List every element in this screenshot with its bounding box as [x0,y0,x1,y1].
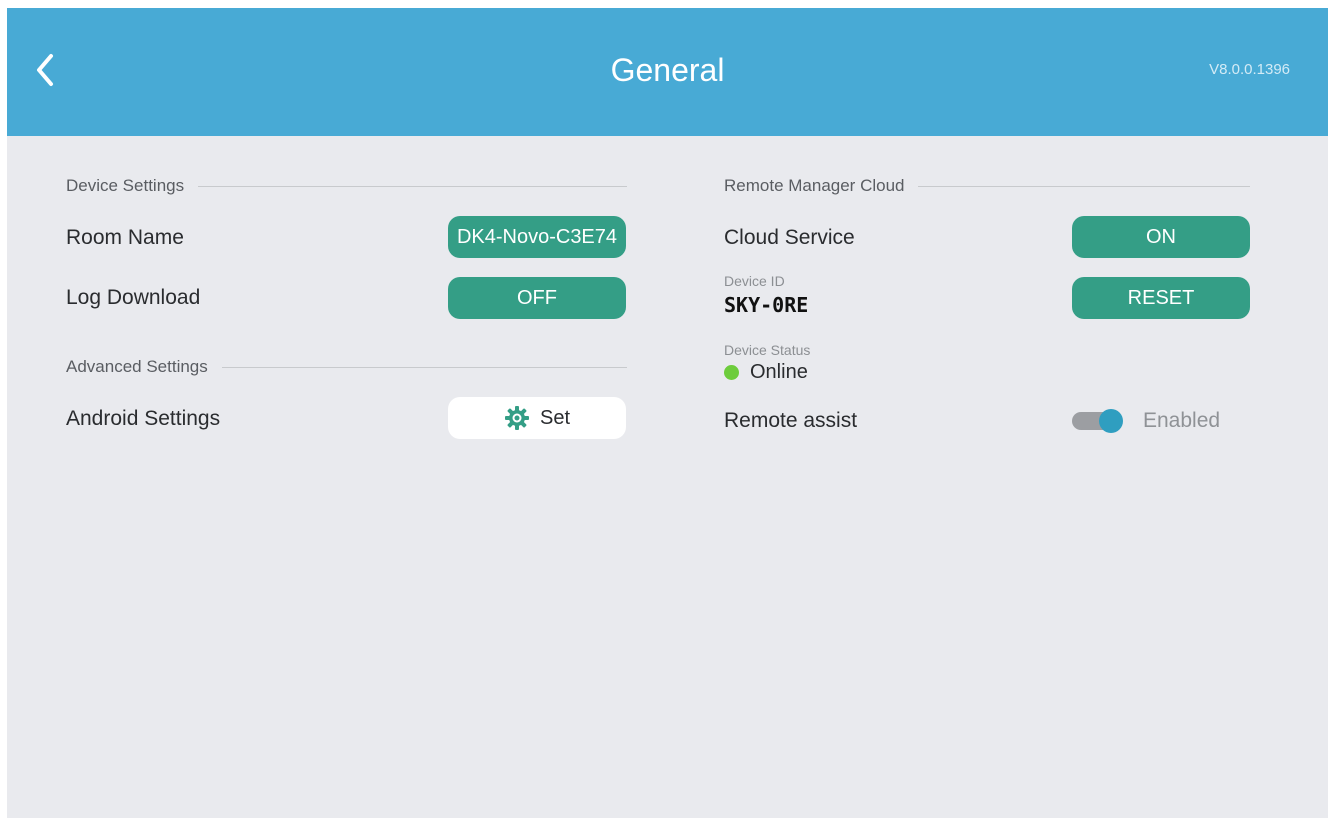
advanced-settings-section: Advanced Settings [66,356,627,378]
section-title: Remote Manager Cloud [724,176,905,195]
status-online-dot [724,364,739,380]
reset-button[interactable]: RESET [1072,277,1250,319]
device-status-label: Device Status [724,342,811,358]
remote-assist-state: Enabled [1143,409,1221,432]
gear-icon [504,405,530,431]
device-id-value: SKY-0RE [724,293,809,317]
android-settings-label: Android Settings [66,407,221,430]
device-settings-section: Device Settings [66,175,627,197]
section-title: Device Settings [66,176,185,195]
divider [198,185,627,187]
cloud-service-label: Cloud Service [724,226,855,249]
room-name-label: Room Name [66,226,184,249]
android-settings-set-button[interactable]: Set [448,397,626,439]
log-download-button[interactable]: OFF [448,277,626,319]
remote-manager-section: Remote Manager Cloud [724,175,1250,197]
log-download-label: Log Download [66,286,201,309]
remote-assist-toggle[interactable] [1072,409,1124,433]
remote-assist-label: Remote assist [724,409,858,432]
divider [221,366,627,368]
cloud-service-button[interactable]: ON [1072,216,1250,258]
settings-screen: General V8.0.0.1396 Device Settings Room… [7,8,1328,818]
header-bar: General V8.0.0.1396 [7,8,1328,136]
device-status: Online [724,360,808,384]
room-name-button[interactable]: DK4-Novo-C3E74 [448,216,626,258]
divider [918,185,1250,187]
set-button-label: Set [539,406,571,429]
toggle-knob [1099,409,1123,433]
device-status-value: Online [750,361,808,383]
device-id-label: Device ID [724,273,785,289]
version-label: V8.0.0.1396 [1209,61,1290,78]
section-title: Advanced Settings [66,357,208,376]
page-title: General [610,52,725,88]
